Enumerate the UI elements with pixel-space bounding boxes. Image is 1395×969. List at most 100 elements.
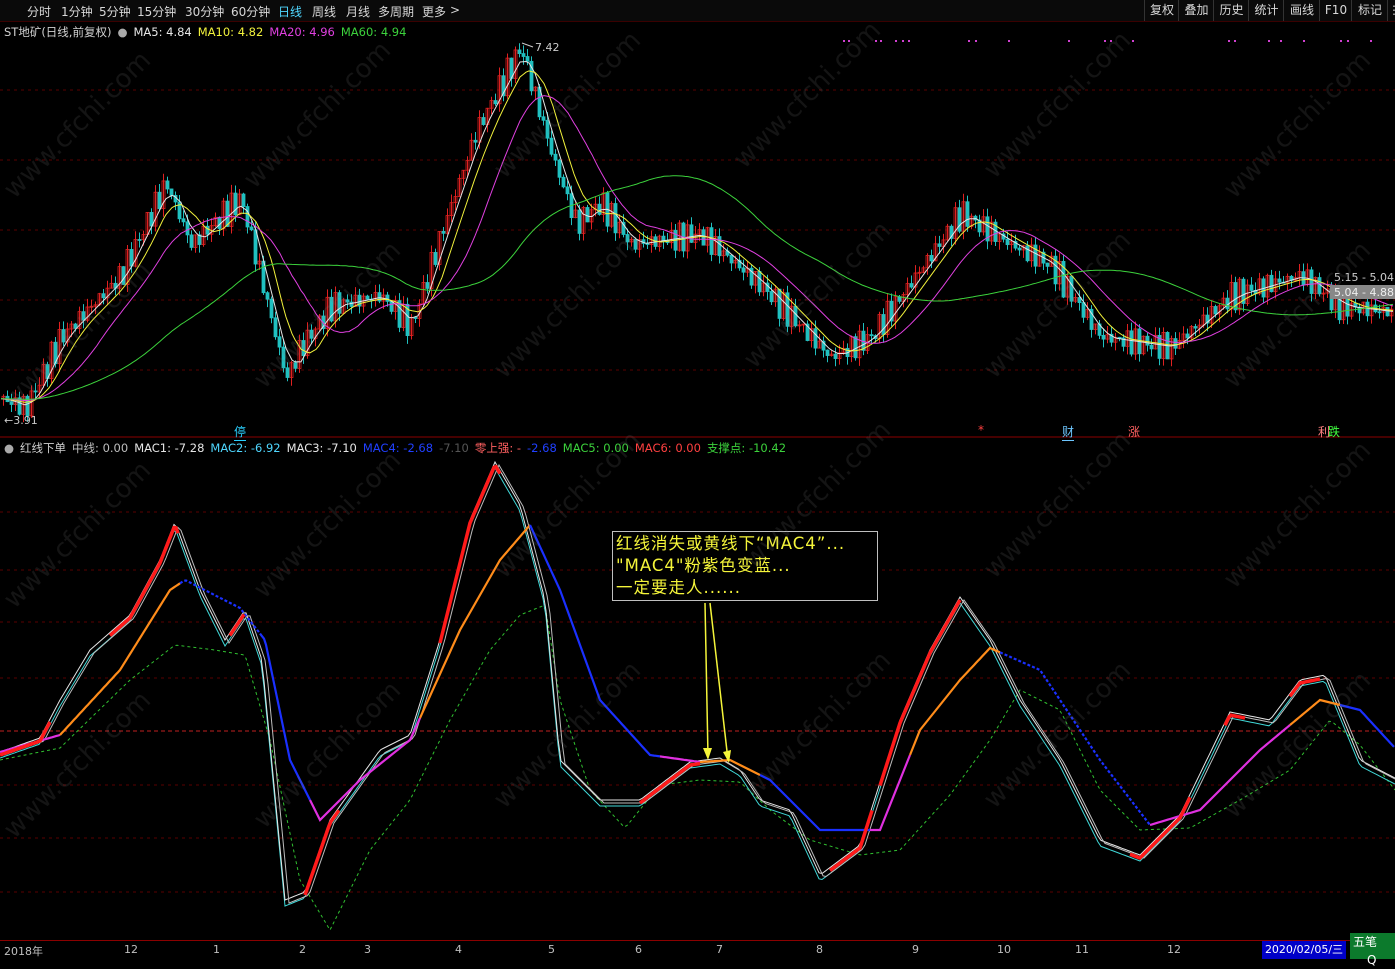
candle-body [1149,344,1154,350]
period-tab-0[interactable]: 分时 [27,3,51,20]
candle-body [121,266,126,285]
toolbar-button-3[interactable]: 统计 [1248,0,1284,21]
candle-body [137,239,142,241]
toolbar-button-2[interactable]: 历史 [1213,0,1249,21]
candle-body [233,192,238,216]
time-axis-label-0: 2018年 [4,945,43,958]
event-marker-2[interactable]: 财 [1062,423,1075,441]
time-axis: 2018年 12 1 2 3 4 5 6 7 8 9 10 11 12 [0,940,1395,960]
candle-body [493,100,498,105]
candle-body [1129,330,1134,355]
candle-body [545,119,550,139]
more-chevron-icon[interactable]: > [450,3,460,17]
signal-dot [895,40,897,42]
candle-body [1385,306,1390,317]
candle-body [1213,306,1218,315]
price-range-label-1: 5.15 - 5.04 [1334,271,1394,284]
signal-dot [1280,40,1282,42]
event-marker-3[interactable]: 涨 [1128,423,1140,440]
event-marker-5[interactable]: 跌 [1328,423,1340,440]
candle-body [273,317,278,338]
candle-body [701,229,706,246]
chart-area[interactable]: 7.42 ←3.91 5.15 - 5.04 5.04 - 4.88 [0,21,1395,940]
candle-body [577,209,582,234]
toolbar-button-5[interactable]: F10 [1319,0,1352,21]
current-date-badge: 2020/02/05/三 [1262,941,1346,959]
candle-body [9,401,14,405]
candle-body [613,203,618,234]
candle-body [253,229,258,265]
candle-body [277,336,282,348]
candle-body [165,180,170,190]
candle-body [757,270,762,293]
period-tab-1[interactable]: 1分钟 [61,3,93,20]
toolbar-menu-icon[interactable]: ⋮ [1387,0,1395,21]
mac4-segment [1339,703,1395,748]
signal-dot [1068,40,1070,42]
time-axis-label-10: 9 [912,943,919,956]
candle-body [129,249,134,267]
candle-body [473,139,478,143]
candle-body [741,267,746,273]
time-axis-label-12: 11 [1075,943,1089,956]
event-marker-1[interactable]: * [978,423,984,437]
signal-dot [1268,40,1270,42]
annotation-line-1: 红线消失或黄线下“MAC4”... [616,534,846,553]
period-tab-7[interactable]: 周线 [312,3,336,20]
candle-body [1081,302,1086,318]
time-axis-label-5: 4 [455,943,462,956]
signal-dot [1370,40,1372,42]
signal-dot [848,40,850,42]
candle-body [1269,274,1274,293]
signal-dots [843,40,1372,42]
candle-body [185,221,190,236]
time-axis-label-2: 1 [213,943,220,956]
annotation-arrow-2 [709,602,729,761]
candle-body [1005,238,1010,246]
mac4-segment [59,582,181,736]
candle-body [245,206,250,228]
signal-dot [1008,40,1010,42]
period-tab-9[interactable]: 多周期 [378,3,414,20]
candle-body [101,293,106,299]
candle-body [265,292,270,300]
candle-body [597,203,602,215]
candle-body [425,282,430,289]
signal-dot [1303,40,1305,42]
candle-body [909,283,914,288]
toolbar-button-6[interactable]: 标记 [1351,0,1388,21]
period-tab-10[interactable]: 更多 [422,3,446,20]
mac4-segment [659,755,701,764]
candle-body [301,340,306,357]
event-marker-0[interactable]: 停 [234,423,247,441]
signal-dot [843,40,845,42]
signal-dot [908,40,910,42]
ma5-line [0,60,1394,406]
wubi-label: 五笔 [1353,935,1378,949]
candle-body [633,238,638,250]
candle-body [1069,275,1074,302]
signal-dot [1340,40,1342,42]
period-tab-5[interactable]: 60分钟 [231,3,270,20]
candle-body [1101,334,1106,340]
candle-body [285,367,290,378]
candle-body [525,56,530,62]
wubi-input-button[interactable]: 五笔 Q [1350,933,1395,967]
candle-body [181,218,186,223]
period-tab-2[interactable]: 5分钟 [99,3,131,20]
candle-body [1045,262,1050,267]
period-tab-8[interactable]: 月线 [346,3,370,20]
period-tab-4[interactable]: 30分钟 [185,3,224,20]
signal-dot [1104,40,1106,42]
time-axis-label-6: 5 [548,943,555,956]
period-tab-3[interactable]: 15分钟 [137,3,176,20]
period-tab-6[interactable]: 日线 [278,3,302,20]
candle-body [553,153,558,161]
candle-body [281,346,286,369]
toolbar-button-1[interactable]: 叠加 [1178,0,1214,21]
annotation-arrow-1 [704,602,709,757]
candle-body [1145,335,1150,346]
toolbar-button-4[interactable]: 画线 [1283,0,1320,21]
toolbar-button-0[interactable]: 复权 [1144,0,1179,21]
signal-dot [1132,40,1134,42]
